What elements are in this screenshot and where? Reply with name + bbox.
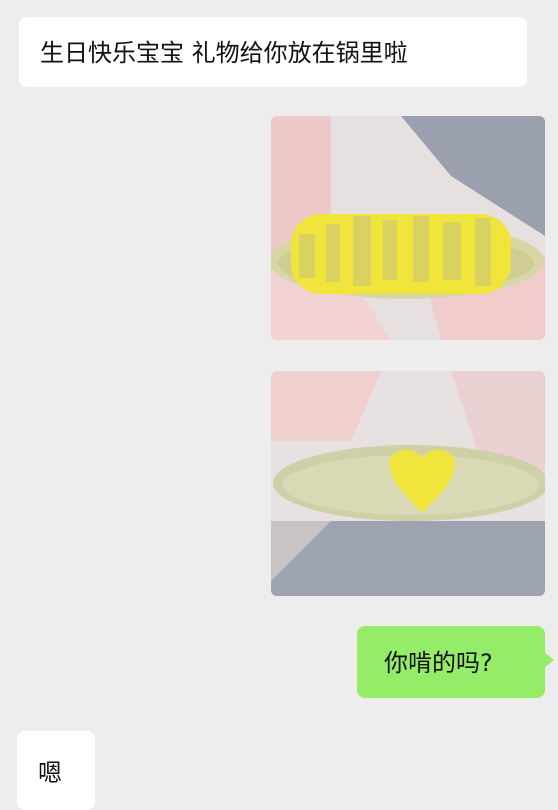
message-text: 你啃的吗? (384, 649, 493, 677)
corn-with-heart-icon (271, 371, 545, 596)
message-bubble-incoming[interactable]: 嗯 (17, 731, 95, 810)
corn-with-birthday-text-icon (271, 116, 545, 340)
image-message[interactable] (271, 116, 545, 340)
message-bubble-incoming[interactable]: 生日快乐宝宝 礼物给你放在锅里啦 (19, 17, 527, 87)
image-message[interactable] (271, 371, 545, 596)
message-text: 生日快乐宝宝 礼物给你放在锅里啦 (40, 39, 408, 67)
message-bubble-outgoing[interactable]: 你啃的吗? (357, 626, 554, 698)
message-text: 嗯 (38, 759, 62, 787)
